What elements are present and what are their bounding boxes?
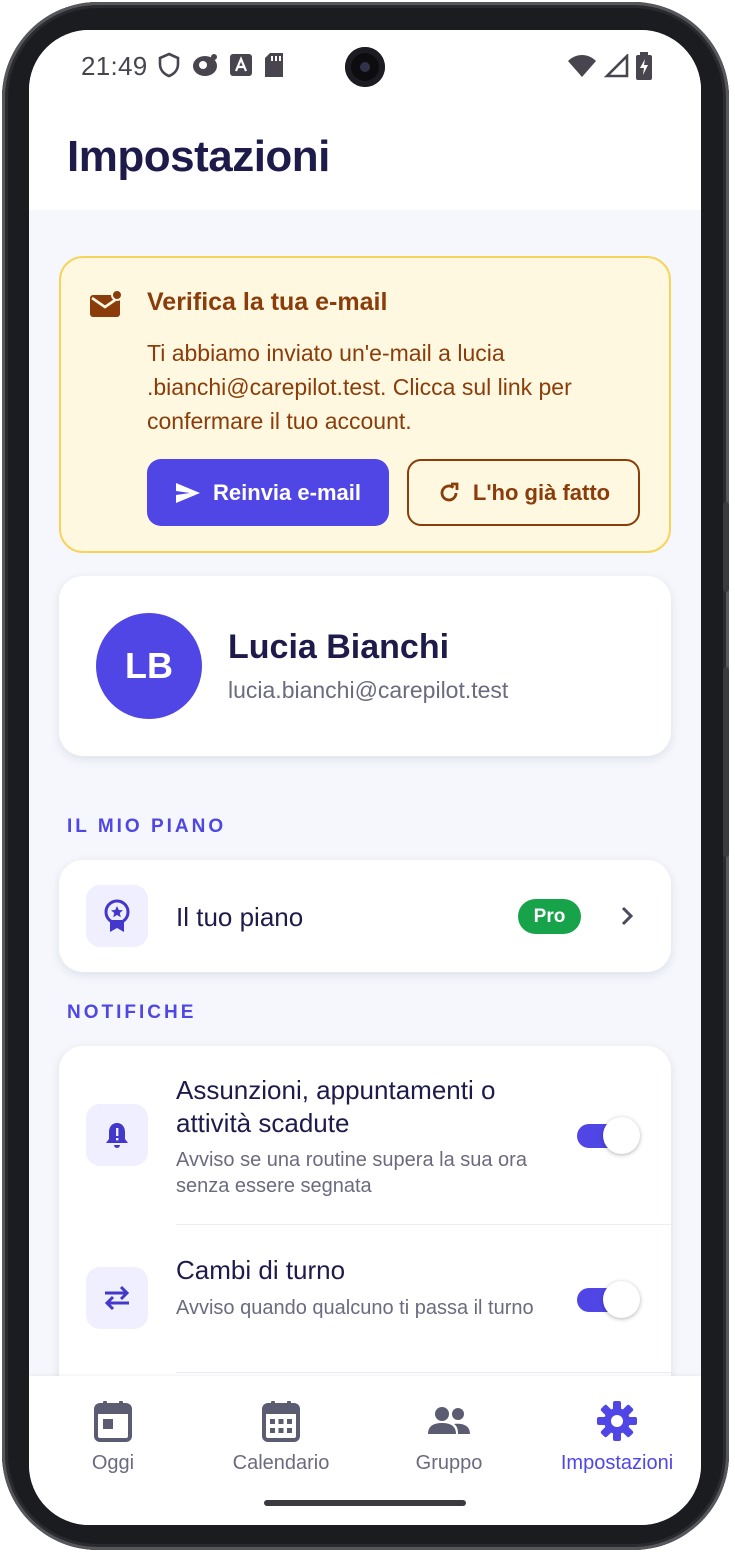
shield-icon (158, 52, 180, 78)
award-icon (104, 899, 130, 932)
mail-alert-icon (90, 290, 123, 317)
font-icon (230, 54, 252, 76)
verify-title: Verifica la tua e-mail (147, 288, 388, 316)
notifications-card: Assunzioni, appuntamenti o attività scad… (59, 1046, 671, 1376)
nav-label: Impostazioni (560, 1452, 674, 1474)
plan-badge: Pro (518, 899, 581, 934)
status-bar: 21:49 (29, 30, 701, 104)
plan-icon-tile (86, 885, 148, 947)
already-verified-label: L'ho già fatto (472, 479, 611, 505)
send-icon (176, 482, 201, 503)
bottom-navigation: Oggi Calendario Gruppo Impostazioni (29, 1376, 701, 1525)
power-button (723, 667, 729, 857)
nav-item-settings[interactable]: Impostazioni (533, 1400, 701, 1475)
toggle-thumb (603, 1117, 640, 1154)
nav-label: Calendario (232, 1452, 330, 1474)
front-camera (345, 47, 385, 87)
wifi-icon (568, 55, 596, 77)
already-verified-button[interactable]: L'ho già fatto (407, 459, 640, 526)
section-label-notifications: NOTIFICHE (67, 1002, 197, 1023)
calendar-month-icon (262, 1401, 300, 1442)
home-indicator[interactable] (264, 1500, 466, 1506)
gear-icon (597, 1401, 637, 1441)
resend-email-label: Reinvia e-mail (213, 479, 361, 505)
notification-title: Cambi di turno (176, 1255, 346, 1285)
profile-name: Lucia Bianchi (228, 628, 450, 666)
battery-charging-icon (636, 52, 652, 80)
status-time: 21:49 (81, 51, 148, 81)
notification-title: Assunzioni, appuntamenti o attività scad… (176, 1075, 496, 1138)
profile-email: lucia.bianchi@carepilot.test (228, 677, 509, 703)
toggle-thumb (603, 1281, 640, 1318)
page-title: Impostazioni (67, 132, 330, 181)
notification-subtitle: Avviso quando qualcuno ti passa il turno (176, 1297, 534, 1319)
nav-item-today[interactable]: Oggi (29, 1400, 197, 1475)
group-icon (428, 1407, 470, 1434)
nav-label: Gruppo (415, 1452, 483, 1474)
notification-subtitle: Avviso se una routine supera la sua ora … (176, 1149, 527, 1197)
avatar: LB (96, 613, 202, 719)
page-header: Impostazioni (29, 104, 701, 210)
profile-card[interactable]: LB Lucia Bianchi lucia.bianchi@carepilot… (59, 576, 671, 756)
nav-item-calendar[interactable]: Calendario (197, 1400, 365, 1475)
nav-label: Oggi (91, 1452, 135, 1474)
swap-icon (104, 1285, 130, 1311)
plan-row[interactable]: Il tuo piano Pro (59, 860, 671, 972)
notification-row-shift-change[interactable]: Cambi di turno Avviso quando qualcuno ti… (59, 1225, 671, 1372)
notification-icon-tile (86, 1104, 148, 1166)
resend-email-button[interactable]: Reinvia e-mail (147, 459, 389, 526)
notification-row-overdue[interactable]: Assunzioni, appuntamenti o attività scad… (59, 1046, 671, 1224)
section-label-plan: IL MIO PIANO (67, 816, 227, 837)
volume-button (723, 502, 729, 592)
notification-icon-tile (86, 1267, 148, 1329)
screen: 21:49 Impostazioni Verifica la tua e-mai… (29, 30, 701, 1525)
nav-item-group[interactable]: Gruppo (365, 1400, 533, 1475)
settings-content[interactable]: Verifica la tua e-mail Ti abbiamo inviat… (29, 210, 701, 1376)
sd-card-icon (265, 53, 283, 77)
chevron-right-icon (621, 906, 634, 926)
calendar-today-icon (94, 1401, 132, 1442)
toggle-overdue[interactable] (577, 1117, 640, 1154)
verify-email-banner: Verifica la tua e-mail Ti abbiamo inviat… (59, 256, 671, 553)
plan-label: Il tuo piano (176, 902, 304, 932)
refresh-icon (440, 482, 459, 501)
cell-signal-icon (603, 54, 629, 78)
verify-message: Ti abbiamo inviato un'e-mail a lucia .bi… (147, 340, 572, 434)
location-icon (193, 54, 217, 76)
toggle-shift-change[interactable] (577, 1281, 640, 1318)
bell-icon (106, 1123, 128, 1148)
